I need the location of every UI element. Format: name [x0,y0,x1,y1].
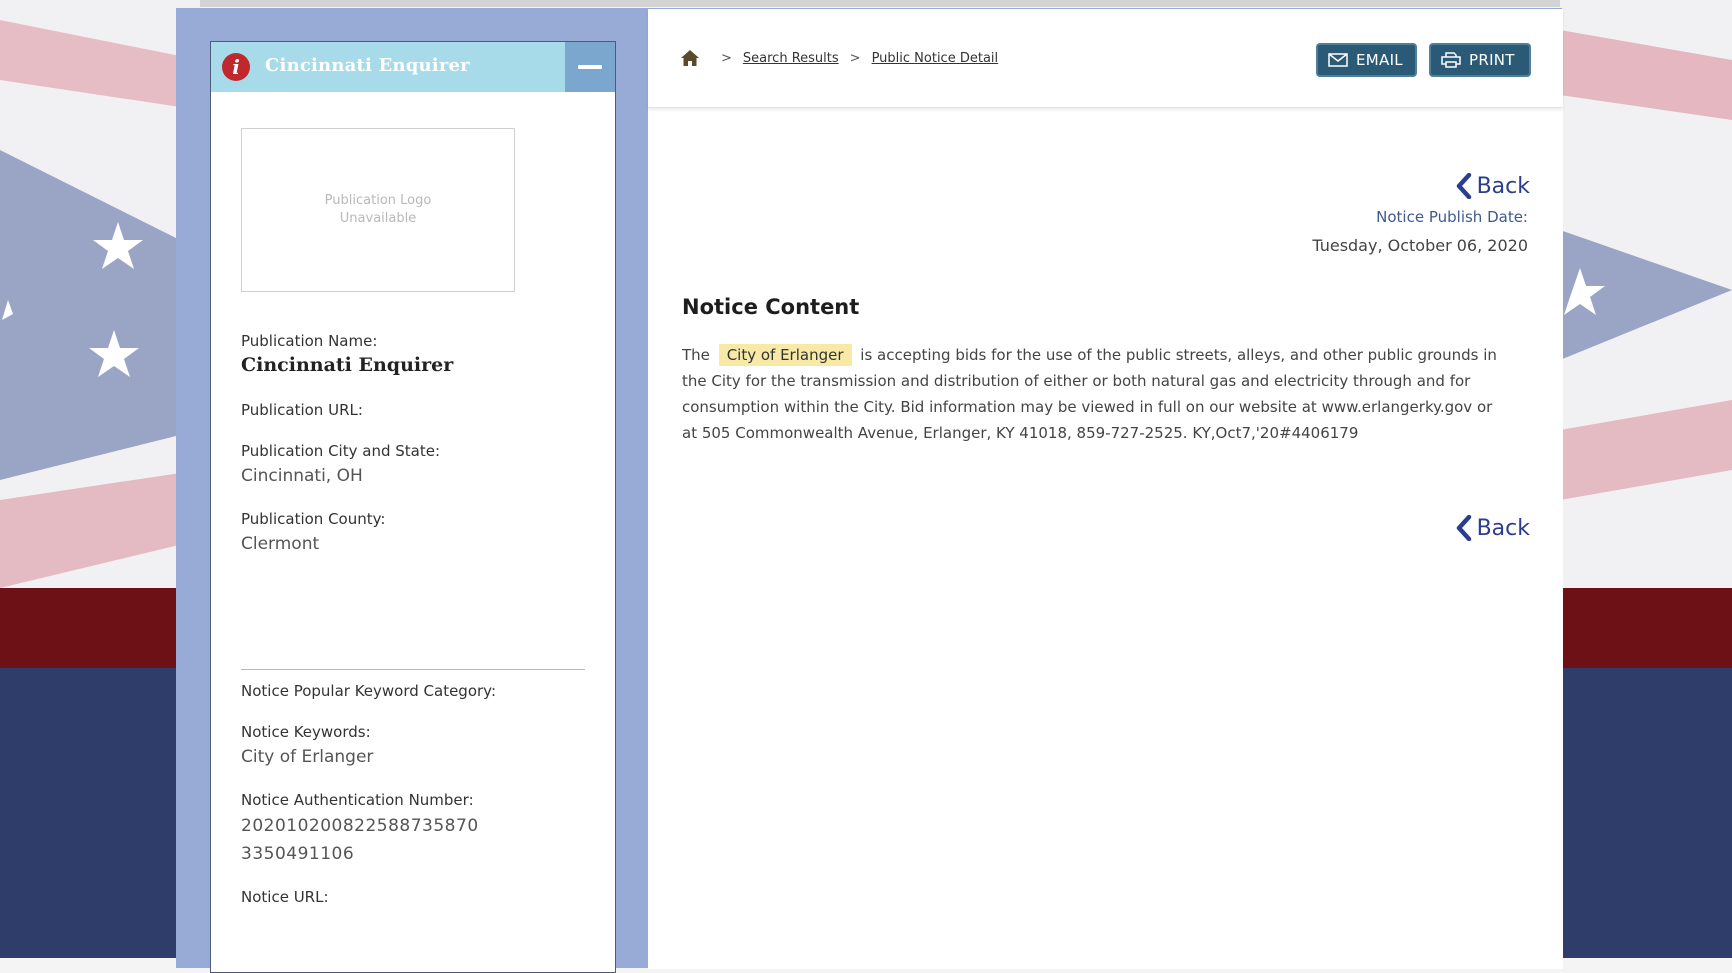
sidebar-title: Cincinnati Enquirer [265,55,470,76]
auth-number-line-2: 3350491106 [241,844,355,864]
email-button[interactable]: EMAIL [1316,43,1417,77]
detail-toolbar: > Search Results > Public Notice Detail … [648,9,1563,108]
print-button[interactable]: PRINT [1429,43,1531,77]
auth-number-line-1: 202010200822588735870 [241,816,479,836]
print-button-label: PRINT [1469,51,1515,69]
publication-county-label: Publication County: [241,510,386,528]
keyword-highlight: City of Erlanger [718,344,852,366]
printer-icon [1441,52,1461,68]
publication-name-value: Cincinnati Enquirer [241,354,454,376]
breadcrumb-search-results-link[interactable]: Search Results [743,51,839,66]
sidebar-divider [241,669,585,670]
notice-detail-panel: > Search Results > Public Notice Detail … [648,9,1563,969]
keywords-value: City of Erlanger [241,747,374,767]
email-button-label: EMAIL [1356,51,1403,69]
publication-url-field: Publication URL: [241,401,363,419]
publication-sidebar: i Cincinnati Enquirer Publication Logo U… [210,41,616,973]
notice-content-body: The City of Erlanger is accepting bids f… [682,342,1512,446]
envelope-icon [1328,53,1348,67]
publication-name-label: Publication Name: [241,332,378,350]
minus-icon [578,65,602,69]
notice-url-label: Notice URL: [241,888,329,906]
notice-body-prefix: The [682,346,710,364]
publication-logo-placeholder: Publication Logo Unavailable [241,128,515,292]
back-link-label: Back [1476,515,1530,541]
breadcrumb: > Search Results > Public Notice Detail [680,49,998,67]
info-icon: i [222,53,250,81]
back-link-top[interactable]: Back [1456,173,1530,199]
sidebar-header: i Cincinnati Enquirer [211,42,615,92]
keyword-category-label: Notice Popular Keyword Category: [241,682,497,700]
logo-placeholder-text: Publication Logo Unavailable [324,193,432,226]
chevron-left-icon [1456,173,1471,199]
publication-county-value: Clermont [241,534,320,554]
publication-county-field: Publication County: Clermont [241,510,385,554]
keywords-field: Notice Keywords: City of Erlanger [241,723,373,767]
publication-city-state-field: Publication City and State: Cincinnati, … [241,442,440,486]
breadcrumb-separator: > [721,50,732,66]
publication-url-label: Publication URL: [241,401,363,419]
breadcrumb-current-page[interactable]: Public Notice Detail [872,51,999,66]
home-icon[interactable] [680,49,700,67]
notice-content-heading: Notice Content [682,295,860,319]
publication-city-state-value: Cincinnati, OH [241,466,363,486]
notice-url-field: Notice URL: [241,888,329,906]
publication-name-field: Publication Name: Cincinnati Enquirer [241,332,453,376]
back-link-label: Back [1476,173,1530,199]
auth-number-label: Notice Authentication Number: [241,791,474,809]
publish-date-label: Notice Publish Date: [1376,208,1528,226]
publish-date-value: Tuesday, October 06, 2020 [1312,236,1528,255]
breadcrumb-separator: > [849,50,861,66]
keyword-category-field: Notice Popular Keyword Category: [241,682,496,700]
auth-number-field: Notice Authentication Number: 2020102008… [241,791,479,868]
back-link-bottom[interactable]: Back [1456,515,1530,541]
chevron-left-icon [1456,515,1471,541]
publication-city-state-label: Publication City and State: [241,442,440,460]
keywords-label: Notice Keywords: [241,723,371,741]
collapse-button[interactable] [565,42,615,92]
